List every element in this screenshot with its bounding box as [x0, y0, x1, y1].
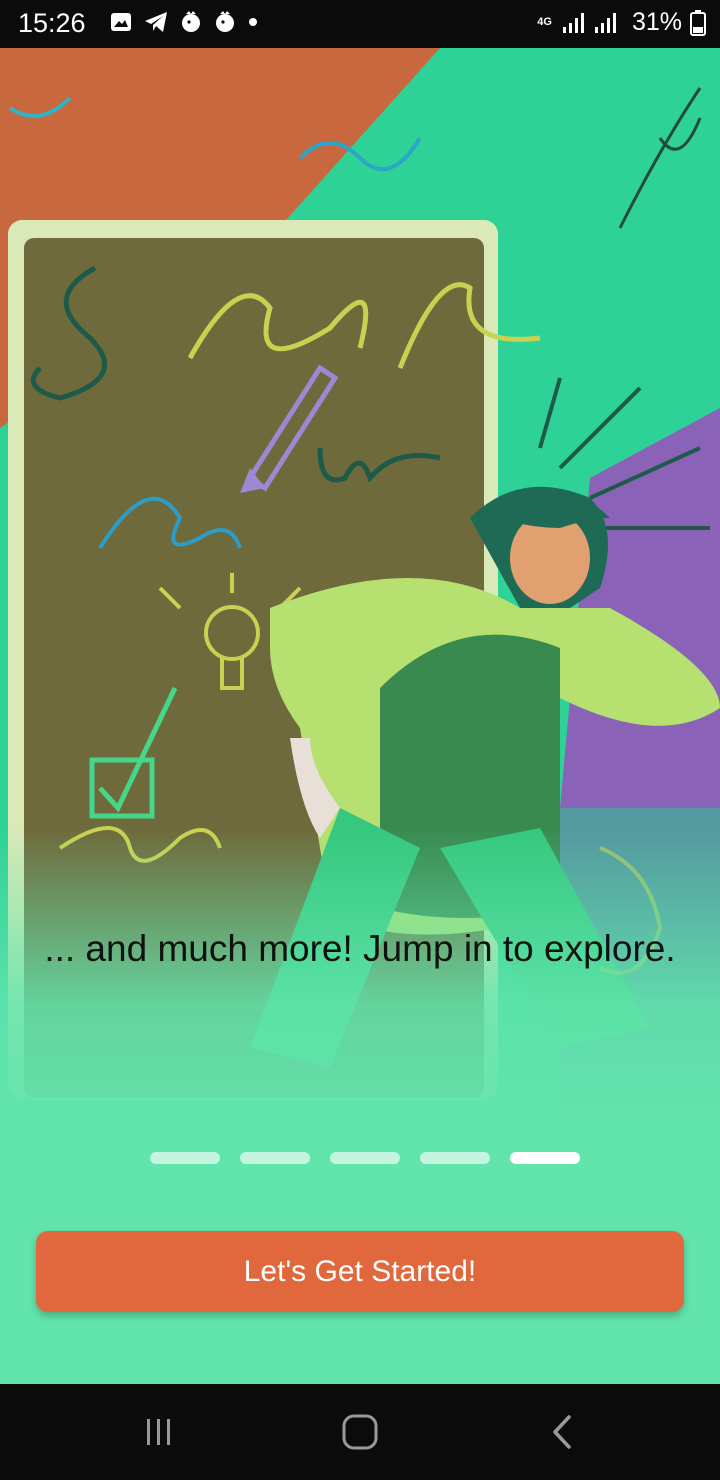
status-time: 15:26 — [18, 8, 86, 38]
page-dot[interactable] — [240, 1152, 310, 1164]
dot-icon — [249, 18, 257, 26]
signal-icon — [594, 12, 616, 33]
signal-icon — [562, 12, 584, 33]
gallery-icon — [111, 13, 131, 31]
network-type: 4G — [537, 16, 552, 28]
page-dot[interactable] — [330, 1152, 400, 1164]
system-status: 4G 31% — [537, 8, 706, 37]
back-button[interactable] — [532, 1406, 592, 1458]
premier-league-icon — [182, 11, 200, 32]
illustration-fade — [0, 828, 720, 1148]
telegram-icon — [145, 12, 167, 32]
page-indicator — [150, 1152, 580, 1164]
onboarding-headline: ... and much more! Jump in to explore. — [44, 928, 676, 969]
home-icon — [342, 1414, 378, 1450]
notification-icons — [110, 10, 258, 34]
navigation-bar — [0, 1384, 720, 1480]
page-dot[interactable] — [150, 1152, 220, 1164]
page-dot-active[interactable] — [510, 1152, 580, 1164]
back-icon — [553, 1415, 571, 1449]
status-bar: 15:26 4G 31% — [0, 0, 720, 48]
battery-icon — [690, 9, 706, 36]
recents-icon — [147, 1419, 170, 1445]
premier-league-icon — [216, 11, 234, 32]
home-button[interactable] — [330, 1406, 390, 1458]
get-started-button[interactable]: Let's Get Started! — [36, 1231, 684, 1312]
onboarding-screen: ... and much more! Jump in to explore. L… — [0, 48, 720, 1384]
recents-button[interactable] — [129, 1406, 189, 1458]
page-dot[interactable] — [420, 1152, 490, 1164]
battery-percent: 31% — [631, 8, 682, 36]
